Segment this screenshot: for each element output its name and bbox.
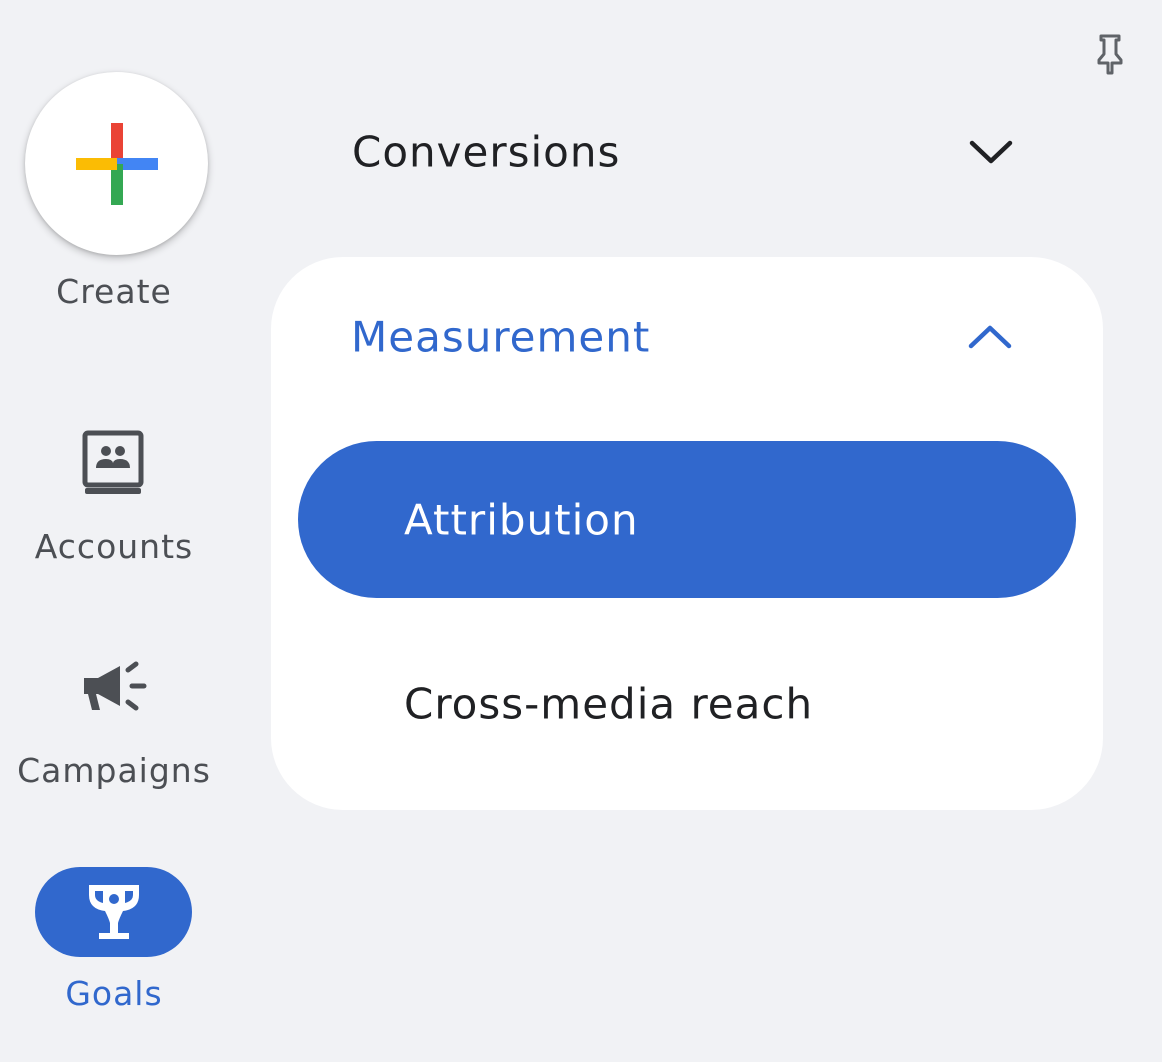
- pin-icon[interactable]: [1088, 32, 1132, 76]
- megaphone-icon: [84, 661, 147, 711]
- nav-item-cross-media-reach[interactable]: Cross-media reach: [298, 629, 1076, 779]
- rail-item-campaigns-label: Campaigns: [17, 751, 211, 790]
- nav-section-measurement-header[interactable]: Measurement: [271, 285, 1103, 389]
- goals-active-indicator[interactable]: [35, 867, 192, 957]
- create-label: Create: [56, 272, 172, 311]
- chevron-up-icon: [968, 325, 1012, 349]
- nav-section-conversions-label: Conversions: [352, 127, 621, 177]
- nav-section-measurement-label: Measurement: [351, 312, 651, 362]
- nav-item-attribution[interactable]: Attribution: [298, 441, 1076, 598]
- rail-item-goals-label: Goals: [65, 974, 163, 1013]
- rail-item-accounts-label: Accounts: [34, 527, 194, 566]
- nav-section-measurement: Measurement Attribution Cross-media reac…: [271, 257, 1103, 810]
- accounts-icon: [82, 430, 144, 494]
- nav-item-attribution-label: Attribution: [404, 495, 639, 544]
- chevron-down-icon: [969, 140, 1013, 164]
- create-button[interactable]: [25, 72, 208, 255]
- nav-section-conversions[interactable]: Conversions: [272, 100, 1102, 204]
- navigation-rail: Create Accounts Campaigns Goals: [0, 0, 230, 1062]
- plus-icon: [76, 123, 158, 205]
- trophy-icon: [89, 885, 139, 939]
- nav-item-cross-media-reach-label: Cross-media reach: [404, 679, 814, 729]
